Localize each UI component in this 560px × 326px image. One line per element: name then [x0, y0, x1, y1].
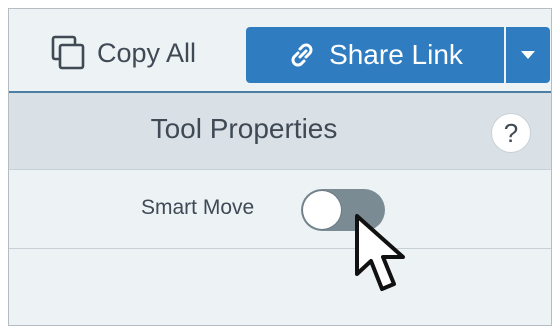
- link-icon: [287, 40, 317, 70]
- help-icon: ?: [503, 117, 519, 148]
- share-options-dropdown-button[interactable]: [506, 27, 550, 83]
- toolbar: Copy All Share Link: [9, 9, 551, 93]
- smart-move-label: Smart Move: [141, 196, 255, 219]
- copy-all-label: Copy All: [97, 37, 197, 68]
- tool-properties-header: Tool Properties ?: [9, 93, 551, 170]
- share-link-label: Share Link: [329, 39, 463, 70]
- help-button[interactable]: ?: [491, 113, 531, 153]
- caret-down-icon: [521, 51, 535, 59]
- copy-all-button[interactable]: Copy All: [49, 31, 196, 75]
- tool-properties-window: Copy All Share Link Tool Properties ? Sm…: [8, 8, 552, 326]
- mouse-pointer-icon: [355, 214, 405, 291]
- copy-icon: [49, 34, 87, 72]
- panel-title: Tool Properties: [150, 113, 338, 144]
- share-link-button[interactable]: Share Link: [246, 27, 504, 83]
- smart-move-row: Smart Move: [9, 170, 551, 249]
- toggle-knob: [303, 191, 341, 229]
